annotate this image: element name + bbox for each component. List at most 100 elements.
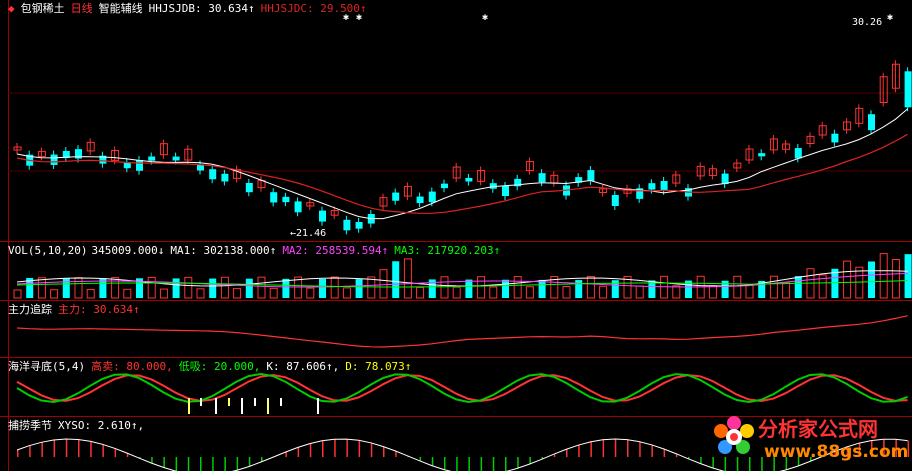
candle (343, 219, 351, 231)
xyso-bar (651, 444, 653, 457)
candle (831, 133, 839, 143)
xyso-bar (419, 457, 422, 461)
signal-bar (188, 398, 190, 414)
volume-bar (245, 278, 253, 298)
haiyang-pane[interactable]: 海洋寻底(5,4) 高卖: 80.000, 低吸: 20.000, K: 87.606… (0, 358, 912, 416)
ma-white-line (16, 108, 908, 220)
zhuli-line-chart (16, 315, 908, 348)
zhuli-pane[interactable]: 主力追踪 主力: 30.634↑ (0, 301, 912, 357)
volume-bar (708, 285, 717, 299)
volume-bar (502, 279, 509, 298)
candle (148, 156, 156, 161)
xyso-bar (346, 439, 348, 457)
candle (441, 183, 448, 189)
xyso-bar (358, 440, 361, 457)
signal-bar (200, 398, 202, 406)
volume-bar (868, 261, 875, 298)
candle (136, 160, 143, 171)
volume-bar (733, 275, 742, 299)
xyso-bar (102, 444, 104, 457)
xyso-bar (614, 439, 617, 457)
watermark-title: 分析家公式网 (758, 417, 878, 441)
xyso-bar (553, 454, 556, 457)
volume-bar (599, 285, 608, 299)
volume-bar (489, 286, 498, 299)
candle (294, 201, 302, 213)
volume-bar (37, 277, 46, 299)
xyso-bar (322, 440, 324, 457)
volume-bar (257, 276, 266, 299)
volume-bar (782, 282, 791, 299)
xyso-bar (639, 441, 641, 457)
xyso-bar (529, 457, 531, 465)
xyso-bar (444, 457, 446, 470)
volume-bar (379, 269, 388, 299)
xyso-bar (456, 457, 458, 471)
volume-bar (62, 278, 70, 298)
signal-bar (241, 398, 243, 414)
candle (587, 170, 595, 181)
candle (209, 169, 217, 180)
xyso-bar (663, 448, 666, 457)
xyso-bar (90, 441, 92, 457)
xyso-bar (700, 457, 702, 464)
kd-d-line (16, 373, 908, 403)
volume-bar (672, 285, 681, 299)
zhuli-line (16, 315, 908, 348)
volume-bar (269, 287, 278, 299)
volume-bar (330, 276, 339, 299)
xyso-bar (17, 449, 19, 457)
watermark-url: www.88gs.com (764, 442, 909, 462)
candle (868, 114, 875, 131)
xyso-bar (78, 439, 80, 457)
xyso-bar (578, 445, 580, 457)
candle (502, 185, 509, 197)
volume-bar (416, 286, 425, 299)
xyso-bar (297, 447, 300, 457)
flower-logo-icon (714, 416, 754, 454)
xyso-bar (566, 449, 568, 457)
candle (221, 173, 229, 182)
xyso-bar (334, 439, 336, 457)
volume-bar (586, 275, 595, 299)
xyso-bar (309, 443, 312, 457)
xyso-bar (517, 457, 519, 469)
volume-bar (355, 279, 363, 298)
candle (355, 222, 363, 229)
volume-pane[interactable]: VOL(5,10,20) 345009.000↓ MA1: 302138.000↑ M… (0, 242, 912, 300)
volume-bar (891, 259, 900, 299)
star-marker: ✱ (356, 12, 362, 23)
xyso-bar (285, 452, 287, 457)
volume-bar (184, 276, 193, 299)
kd-oscillator-chart (16, 372, 908, 414)
volume-bar (525, 286, 534, 299)
volume-bar (282, 278, 290, 298)
xyso-bar (370, 442, 373, 457)
candle-pane[interactable]: ◆ 包钢稀土 日线 智能辅线 HHJSJDB: 30.634↑ HHJSJDC: 29.5… (0, 0, 912, 241)
volume-bar (794, 276, 802, 298)
volume-bar (452, 286, 461, 299)
low-price-label: ←21.46 (290, 228, 327, 239)
volume-bar (220, 276, 229, 299)
volume-bar (74, 277, 83, 299)
volume-bar (392, 261, 400, 298)
candle (270, 192, 278, 203)
candle (465, 177, 473, 182)
xyso-bar (41, 442, 43, 457)
volume-bar (769, 275, 778, 299)
volume-bar (86, 289, 95, 299)
xyso-bar (200, 457, 202, 471)
candle (611, 194, 619, 206)
watermark-logo: 分析家公式网 www.88gs.com (706, 409, 909, 469)
vol-ma2-line (16, 273, 908, 288)
xyso-bar (212, 457, 214, 471)
xyso-bar (187, 457, 190, 471)
volume-chart (13, 253, 912, 299)
candle (319, 210, 326, 222)
volume-bar (635, 285, 644, 299)
candle (794, 148, 802, 159)
xyso-bar (468, 457, 470, 471)
signal-bar (254, 398, 256, 406)
volume-bar (513, 276, 522, 299)
volume-bar (403, 258, 412, 299)
